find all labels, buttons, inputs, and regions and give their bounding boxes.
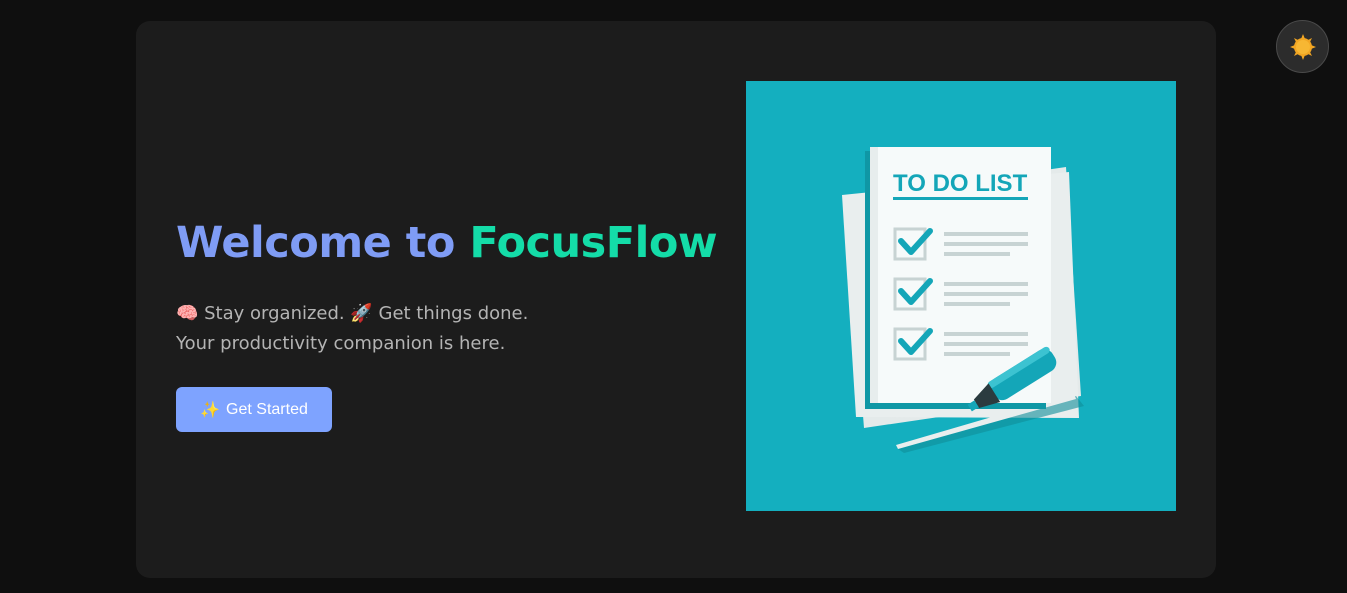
todo-illustration: TO DO LIST [746, 81, 1176, 511]
todo-heading: TO DO LIST [893, 170, 1028, 197]
sun-icon [1289, 33, 1316, 60]
get-started-button[interactable]: ✨ Get Started [176, 387, 332, 432]
sparkles-icon: ✨ [200, 401, 221, 419]
title-brand: FocusFlow [469, 218, 718, 268]
theme-toggle-button[interactable] [1276, 20, 1329, 73]
hero-text: Welcome to FocusFlow 🧠 Stay organized. 🚀… [176, 217, 718, 432]
title-welcome: Welcome to [176, 218, 470, 268]
tagline: 🧠 Stay organized. 🚀 Get things done. [176, 303, 529, 324]
description: Your productivity companion is here. [176, 333, 506, 354]
page-title: Welcome to FocusFlow [176, 217, 718, 269]
hero-subtitle: 🧠 Stay organized. 🚀 Get things done. You… [176, 299, 696, 359]
todo-list-image: TO DO LIST [842, 147, 1084, 453]
get-started-label: Get Started [226, 400, 308, 418]
hero-card: Welcome to FocusFlow 🧠 Stay organized. 🚀… [136, 21, 1216, 578]
